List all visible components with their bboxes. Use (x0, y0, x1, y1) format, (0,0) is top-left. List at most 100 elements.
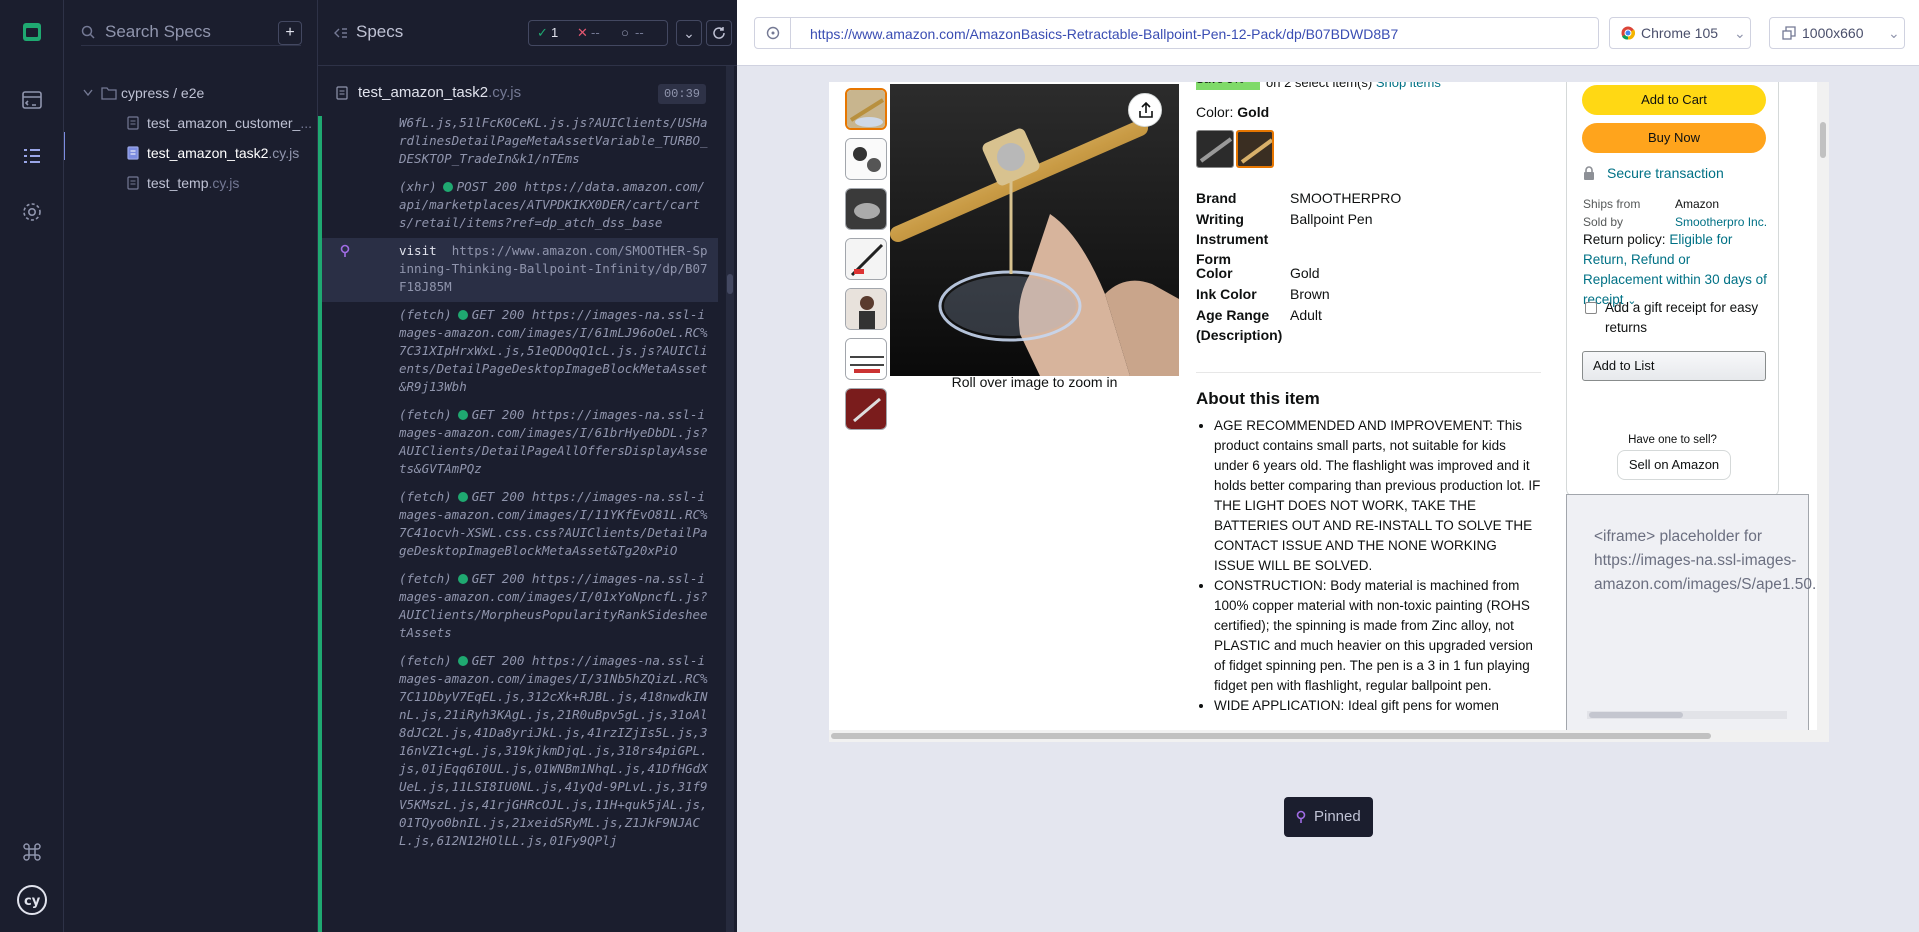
log-entry-method: POST 200 (456, 179, 517, 194)
log-entry[interactable]: W6fL.js,51lFcK0CeKL.js.js?AUIClients/USH… (322, 116, 718, 174)
page-vertical-scrollbar[interactable] (1817, 82, 1829, 730)
failed-count: -- (591, 25, 600, 40)
lock-icon (1584, 166, 1594, 180)
pinned-snapshot-badge[interactable]: Pinned (1284, 797, 1373, 837)
spec-file-ext: .cy.js (268, 145, 300, 161)
runs-nav-icon[interactable] (20, 144, 44, 168)
bullet-item: WIDE APPLICATION: Ideal gift pens for wo… (1214, 696, 1541, 716)
url-field[interactable]: https://www.amazon.com/AmazonBasics-Retr… (754, 17, 1599, 49)
log-entry-pinned[interactable]: visit https://www.amazon.com/SMOOTHER-Sp… (322, 238, 718, 302)
log-entry[interactable]: (fetch) GET 200 https://images-na.ssl-ima… (322, 566, 718, 648)
browser-selector[interactable]: Chrome 105 ⌄ (1609, 17, 1751, 49)
log-scrollbar-thumb[interactable] (727, 274, 733, 294)
gift-receipt-checkbox[interactable] (1585, 302, 1597, 314)
shop-items-link[interactable]: Shop items (1376, 82, 1441, 90)
share-button[interactable] (1128, 93, 1162, 127)
buy-now-button[interactable]: Buy Now (1582, 123, 1766, 153)
thumbnail-image[interactable] (845, 238, 887, 280)
log-entry-kind: visit (399, 243, 437, 258)
spec-file-item[interactable]: test_temp.cy.js (81, 168, 316, 198)
attribute-value: Ballpoint Pen (1290, 211, 1373, 227)
attribute-value: Gold (1290, 265, 1320, 281)
color-swatch-black[interactable] (1196, 130, 1234, 168)
specs-nav-icon[interactable] (20, 88, 44, 112)
page-horizontal-scrollbar[interactable] (829, 730, 1829, 742)
sold-by-link[interactable]: Smootherpro Inc. (1675, 215, 1767, 229)
reporter-header: Specs ✓ 1 ✕ -- ○ -- ⌄ (318, 0, 737, 66)
pin-icon (1296, 810, 1306, 823)
thumbnail-image[interactable] (845, 388, 887, 430)
attribute-key: Age Range (Description) (1196, 307, 1283, 343)
settings-gear-icon[interactable] (20, 200, 44, 224)
aut-viewport: Roll over image to zoom in Save 5% on 2 … (829, 82, 1829, 742)
log-entry[interactable]: (fetch) GET 200 https://images-na.ssl-ima… (322, 648, 718, 856)
attribute-value: SMOOTHERPRO (1290, 190, 1402, 206)
iframe-placeholder-text: <iframe> placeholder for https://images-… (1594, 528, 1829, 593)
file-icon (127, 116, 139, 130)
spec-file-name: test_amazon_customer_ (147, 115, 301, 131)
thumbnail-image[interactable] (845, 138, 887, 180)
log-entry-method: GET 200 (471, 407, 525, 422)
page-vertical-thumb[interactable] (1820, 122, 1826, 158)
svg-text:cy: cy (24, 894, 41, 909)
spec-file-item-selected[interactable]: test_amazon_task2.cy.js (81, 138, 316, 168)
ships-from-value: Amazon (1675, 197, 1720, 211)
iframe-scrollbar[interactable] (1587, 711, 1787, 719)
viewport-label: 1000x660 (1802, 25, 1864, 41)
command-log: Specs ✓ 1 ✕ -- ○ -- ⌄ test_amazon_task2.… (318, 0, 737, 932)
log-entry[interactable]: (fetch) GET 200 https://images-na.ssl-ima… (322, 402, 718, 484)
log-entry[interactable]: (fetch) GET 200 https://images-na.ssl-ima… (322, 302, 718, 402)
color-selector-label: Color: Gold (1196, 104, 1269, 120)
chevron-down-button[interactable]: ⌄ (676, 20, 702, 46)
bullet-item: CONSTRUCTION: Body material is machined … (1214, 576, 1541, 696)
log-entry[interactable]: (xhr) POST 200 https://data.amazon.com/ap… (322, 174, 718, 238)
log-entry-kind: (fetch) (399, 407, 452, 422)
spec-file-item[interactable]: test_amazon_customer_... (81, 108, 316, 138)
status-dot-icon (457, 656, 468, 666)
new-spec-button[interactable]: + (278, 21, 302, 45)
thumbnail-image[interactable] (845, 338, 887, 380)
thumbnail-image[interactable] (845, 288, 887, 330)
running-spec-row: test_amazon_task2.cy.js 00:39 (318, 76, 737, 108)
divider (1196, 372, 1541, 373)
status-dot-icon (442, 182, 453, 192)
product-main-image[interactable] (890, 84, 1179, 376)
image-thumbnails (845, 88, 889, 438)
viewport-selector[interactable]: 1000x660 ⌄ (1769, 17, 1905, 49)
log-entry-kind: (fetch) (399, 489, 452, 504)
sell-on-amazon-button[interactable]: Sell on Amazon (1617, 450, 1731, 480)
share-icon (1139, 101, 1153, 118)
cypress-logo-icon[interactable]: cy (16, 884, 48, 916)
cypress-app-icon[interactable] (20, 20, 44, 44)
selector-playground-button[interactable] (755, 18, 791, 48)
folder-label: cypress / e2e (121, 85, 205, 101)
secure-transaction-link[interactable]: Secure transaction (1607, 165, 1724, 181)
folder-row[interactable]: cypress / e2e (81, 78, 316, 108)
ships-from-label: Ships from (1583, 197, 1641, 211)
spec-tree: cypress / e2e test_amazon_customer_... t… (81, 78, 316, 198)
deal-description: on 2 select item(s) (1266, 82, 1373, 90)
attribute-value: Brown (1290, 286, 1330, 302)
folder-icon (101, 87, 117, 100)
keyboard-shortcuts-icon[interactable] (20, 840, 44, 864)
add-to-list-button[interactable]: Add to List (1582, 351, 1766, 381)
spec-search[interactable]: Search Specs (81, 18, 301, 46)
log-scrollbar[interactable] (726, 66, 734, 932)
iframe-scrollbar-thumb[interactable] (1589, 712, 1683, 718)
deal-text: on 2 select item(s) Shop items (1266, 82, 1441, 90)
color-swatch-gold[interactable] (1236, 130, 1274, 168)
add-to-cart-button[interactable]: Add to Cart (1582, 85, 1766, 115)
chevron-down-icon (83, 89, 93, 97)
rerun-button[interactable] (706, 20, 732, 46)
thumbnail-image[interactable] (845, 188, 887, 230)
reporter-title: Specs (356, 22, 404, 41)
have-one-to-sell: Have one to sell? (1628, 434, 1717, 446)
log-entry[interactable]: (fetch) GET 200 https://images-na.ssl-ima… (322, 484, 718, 566)
status-dot-icon (457, 410, 468, 420)
page-horizontal-thumb[interactable] (831, 733, 1711, 739)
collapse-specs-icon[interactable] (334, 26, 348, 40)
search-input[interactable]: Search Specs (105, 22, 211, 42)
crosshair-icon (766, 26, 780, 40)
thumbnail-image[interactable] (845, 88, 887, 130)
status-dot-icon (457, 310, 468, 320)
